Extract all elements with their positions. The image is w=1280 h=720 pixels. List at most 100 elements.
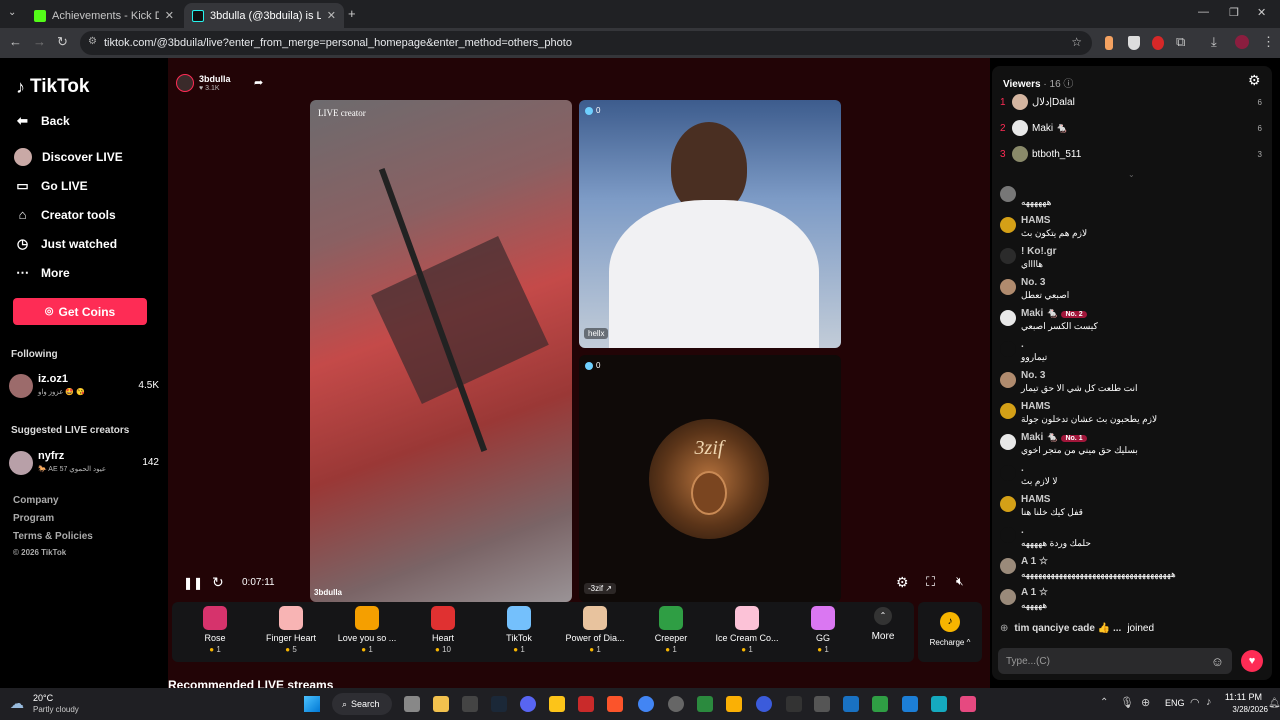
gift-item[interactable]: Finger Heart ● 5	[256, 606, 326, 654]
volume-icon[interactable]: ♪	[1206, 696, 1212, 708]
chat-message[interactable]: . حلمك وردة هههههه	[1000, 525, 1262, 553]
app-icon[interactable]	[578, 696, 594, 712]
tiktok-logo[interactable]: ♪ TikTok	[16, 76, 89, 98]
guest-name-tag[interactable]: -3zif ↗	[584, 583, 617, 594]
chat-message[interactable]: . تيماروو	[1000, 339, 1262, 367]
chat-message[interactable]: ههههههه	[1000, 184, 1262, 212]
nvidia-icon[interactable]	[872, 696, 888, 712]
extension-icon[interactable]	[1105, 36, 1113, 50]
nav-creator-tools[interactable]: ⌂ Creator tools	[14, 207, 116, 222]
gift-item[interactable]: Creeper ● 1	[636, 606, 706, 654]
tab-tiktok-live[interactable]: 3bdulla (@3bduila) is LIVE ✕	[184, 3, 344, 28]
gift-item[interactable]: GG ● 1	[788, 606, 858, 654]
app-icon[interactable]	[668, 696, 684, 712]
top-viewer-row[interactable]: 1 دلال|Dalal 6	[1000, 92, 1262, 112]
weather-temp[interactable]: 20°C	[33, 693, 53, 703]
window-close-icon[interactable]: ✕	[1257, 6, 1266, 19]
pause-icon[interactable]: ❚❚	[183, 576, 203, 590]
host-name[interactable]: 3bdulla	[199, 74, 231, 84]
bookmark-star-icon[interactable]: ☆	[1071, 35, 1082, 49]
profile-avatar[interactable]	[1235, 35, 1249, 49]
chrome-icon[interactable]	[638, 696, 654, 712]
app-icon[interactable]	[931, 696, 947, 712]
new-tab-icon[interactable]: +	[348, 6, 356, 21]
wifi-icon[interactable]: ◠	[1190, 696, 1200, 709]
chat-message[interactable]: ! Ko!.gr هااااي	[1000, 246, 1262, 274]
menu-kebab-icon[interactable]: ⋮	[1262, 34, 1275, 50]
footer-link-program[interactable]: Program	[13, 513, 54, 524]
close-icon[interactable]: ✕	[165, 9, 174, 22]
live-creator-video[interactable]: LIVE creator 3bdulla	[310, 100, 572, 602]
get-coins-button[interactable]: ◎ Get Coins	[13, 298, 147, 325]
nav-go-live[interactable]: ▭ Go LIVE	[14, 178, 87, 194]
minimize-icon[interactable]: —	[1198, 6, 1209, 18]
url-bar[interactable]: ⚙ tiktok.com/@3bduila/live?enter_from_me…	[80, 31, 1092, 55]
mute-icon[interactable]: 🔇︎	[956, 574, 964, 589]
extension-icon[interactable]	[1152, 36, 1164, 50]
guest-video-hellx[interactable]: 0 hellx	[579, 100, 841, 348]
app-icon[interactable]	[756, 696, 772, 712]
top-viewer-row[interactable]: 3 btboth_511 3	[1000, 144, 1262, 164]
puzzle-extensions-icon[interactable]: ⧉	[1176, 34, 1185, 50]
send-heart-button[interactable]: ♥	[1241, 650, 1263, 672]
chat-message[interactable]: HAMS لازم هم يتكون بث	[1000, 215, 1262, 243]
gift-more-button[interactable]: ⌃ More	[868, 607, 898, 642]
chevron-down-icon[interactable]: ⌄	[1128, 170, 1135, 179]
tab-list-icon[interactable]: ⌄	[8, 7, 16, 18]
notification-icon[interactable]: 🔔︎	[1268, 698, 1280, 709]
chat-message[interactable]: HAMS قفل كيك خلنا هنا	[1000, 494, 1262, 522]
refresh-icon[interactable]: ↻	[212, 574, 224, 591]
clock-time[interactable]: 11:11 PM	[1222, 692, 1262, 702]
guest-video-3zif[interactable]: 3zif 0 -3zif ↗	[579, 355, 841, 602]
emoji-icon[interactable]: ☺	[1211, 654, 1224, 669]
chat-message[interactable]: Maki 🐁 No. 1 بسليك حق ميني من متجر اخوي	[1000, 432, 1262, 460]
chat-message[interactable]: No. 3 اصبعي تعطل	[1000, 277, 1262, 305]
mic-icon[interactable]: 🎙︎	[1120, 696, 1134, 709]
epic-games-icon[interactable]	[462, 696, 478, 712]
restore-icon[interactable]: ❐	[1229, 6, 1239, 19]
gift-item[interactable]: TikTok ● 1	[484, 606, 554, 654]
close-icon[interactable]: ✕	[327, 9, 336, 22]
file-explorer-icon[interactable]	[433, 696, 449, 712]
steam-icon[interactable]	[491, 696, 507, 712]
app-icon[interactable]	[726, 696, 742, 712]
gift-item[interactable]: Power of Dia... ● 1	[560, 606, 630, 654]
following-item[interactable]: iz.oz1 عزوز واو 🤩 😘 4.5K	[9, 371, 159, 401]
discord-icon[interactable]	[520, 696, 536, 712]
nav-discover-live[interactable]: Discover LIVE	[14, 148, 123, 166]
back-arrow-icon[interactable]: ←	[9, 34, 22, 49]
gift-item[interactable]: Heart ● 10	[408, 606, 478, 654]
recharge-button[interactable]: ♪ Recharge ^	[918, 602, 982, 662]
clock-date[interactable]: 3/28/2026	[1222, 705, 1268, 714]
nav-just-watched[interactable]: ◷ Just watched	[14, 236, 117, 252]
footer-link-terms[interactable]: Terms & Policies	[13, 531, 93, 542]
host-avatar[interactable]	[176, 74, 194, 92]
language-indicator[interactable]: ENG	[1165, 698, 1185, 708]
download-icon[interactable]: ⤓	[1211, 34, 1217, 50]
forward-arrow-icon[interactable]: →	[33, 34, 46, 49]
rockstar-icon[interactable]	[549, 696, 565, 712]
chat-message[interactable]: A 1 ☆ هههههه	[1000, 587, 1262, 615]
taskbar-search[interactable]: ⌕ Search	[332, 693, 392, 715]
brave-icon[interactable]	[607, 696, 623, 712]
chat-message[interactable]: No. 3 انت طلعت كل شي الا حق تيمار	[1000, 370, 1262, 398]
gift-item[interactable]: Rose ● 1	[180, 606, 250, 654]
suggested-item[interactable]: nyfrz 🐎 AE عيود الحموي 57 142	[9, 448, 159, 478]
site-info-icon[interactable]: ⚙	[88, 36, 97, 47]
network-icon[interactable]: ⊕	[1141, 696, 1150, 709]
nav-back[interactable]: ⬅ Back	[14, 113, 70, 129]
shield-extension-icon[interactable]	[1128, 36, 1140, 50]
task-view-icon[interactable]	[404, 696, 420, 712]
chat-message[interactable]: A 1 ☆ ههههههههههههههههههههههههههههههههههه…	[1000, 556, 1262, 584]
fullscreen-icon[interactable]: ⛶	[926, 574, 935, 590]
chat-input[interactable]: Type...(C) ☺	[998, 648, 1232, 674]
top-viewer-row[interactable]: 2 Maki 🐁 6	[1000, 118, 1262, 138]
tray-chevron-icon[interactable]: ⌃	[1100, 697, 1108, 708]
info-icon[interactable]: ⓘ	[1063, 79, 1073, 90]
app-icon[interactable]	[843, 696, 859, 712]
footer-link-company[interactable]: Company	[13, 495, 59, 506]
app-icon[interactable]	[814, 696, 830, 712]
chat-message[interactable]: Maki 🐁 No. 2 كيست الكسر اصبعي	[1000, 308, 1262, 336]
chat-message[interactable]: . لا لازم بث	[1000, 463, 1262, 491]
chat-message[interactable]: HAMS لازم يطحبون بث عشان تدخلون جولة	[1000, 401, 1262, 429]
